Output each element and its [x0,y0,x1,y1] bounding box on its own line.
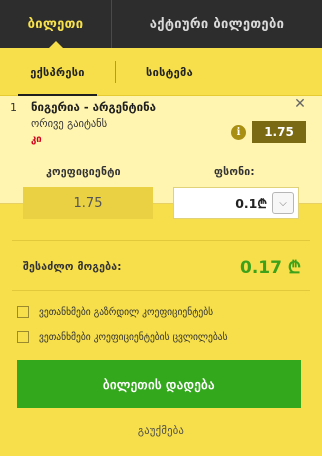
match-title: ნიგერია - არგენტინა [31,100,156,114]
top-tab-bar: ბილეთი აქტიური ბილეთები [0,0,322,48]
tab-express[interactable]: ექსპრესი [0,48,115,97]
bet-pick: კი [31,134,42,145]
possible-win-value: 0.17 ₾ [240,258,301,278]
checkbox[interactable] [17,331,29,343]
place-bet-button[interactable]: ბილეთის დადება [17,360,301,408]
tab-ticket[interactable]: ბილეთი [0,0,111,48]
stake-value-text: 0.1₾ [235,195,267,211]
info-icon[interactable]: i [231,125,246,140]
coefficient-label: კოეფიციენტი [46,166,121,178]
divider [12,240,310,241]
accept-increased-odds-checkbox[interactable]: ვეთანხმები გაზრდილ კოეფიციენტებს [17,306,213,318]
checkbox[interactable] [17,306,29,318]
bet-odds: 1.75 [252,121,306,143]
stake-label: ფსონი: [214,166,255,178]
stake-input[interactable]: 0.1₾ ⌵ [173,187,299,219]
checkbox-label: ვეთანხმები კოეფიციენტების ცვლილებას [39,331,228,343]
bet-market: ორივე გაიტანს [31,118,108,130]
checkbox-label: ვეთანხმები გაზრდილ კოეფიციენტებს [39,306,214,318]
tab-active-tickets[interactable]: აქტიური ბილეთები [111,0,322,48]
cancel-link[interactable]: გაუქმება [0,425,322,437]
divider [12,290,310,291]
bet-number: 1 [10,101,17,114]
bet-type-tabs: ექსპრესი სისტემა [0,48,322,97]
coefficient-value: 1.75 [23,187,153,219]
possible-win-label: შესაძლო მოგება: [23,261,122,273]
close-icon[interactable]: ✕ [292,96,308,112]
accept-odds-change-checkbox[interactable]: ვეთანხმები კოეფიციენტების ცვლილებას [17,331,228,343]
chevron-down-icon[interactable]: ⌵ [272,192,294,214]
tab-system[interactable]: სისტემა [116,48,223,96]
